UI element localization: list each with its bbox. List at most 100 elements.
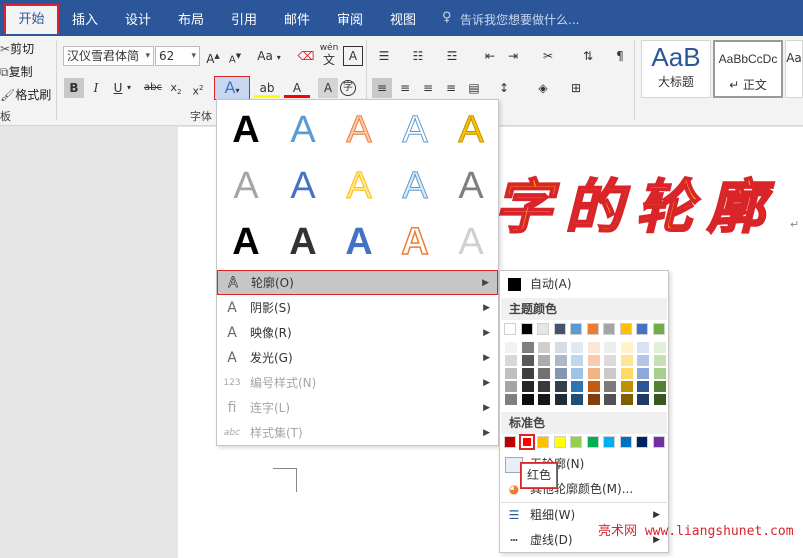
theme-shade-swatch[interactable] bbox=[521, 381, 534, 392]
grow-font-icon[interactable]: A▲ bbox=[203, 46, 223, 66]
theme-shade-swatch[interactable] bbox=[554, 342, 567, 353]
menu-item-shadow[interactable]: A 阴影(S) ▶ bbox=[217, 296, 498, 321]
theme-shade-swatch[interactable] bbox=[587, 368, 600, 379]
theme-shade-swatch[interactable] bbox=[653, 355, 666, 366]
borders-icon[interactable]: ⊞ bbox=[566, 78, 586, 98]
theme-color-swatch[interactable] bbox=[553, 323, 566, 335]
bullets-icon[interactable]: ☰ bbox=[374, 46, 394, 66]
standard-color-swatch[interactable] bbox=[504, 436, 516, 448]
outline-automatic[interactable]: 自动(A) bbox=[500, 273, 668, 295]
theme-shade-swatch[interactable] bbox=[620, 342, 633, 353]
theme-shade-swatch[interactable] bbox=[620, 355, 633, 366]
theme-shade-swatch[interactable] bbox=[521, 368, 534, 379]
theme-shade-swatch[interactable] bbox=[620, 368, 633, 379]
align-center-icon[interactable]: ≡ bbox=[395, 78, 415, 98]
theme-shade-swatch[interactable] bbox=[587, 355, 600, 366]
menu-item-ligature[interactable]: fi 连字(L) ▶ bbox=[217, 396, 498, 421]
theme-shade-swatch[interactable] bbox=[554, 355, 567, 366]
change-case-button[interactable]: Aa ▾ bbox=[254, 46, 284, 66]
theme-shade-swatch[interactable] bbox=[637, 394, 649, 405]
theme-shade-swatch[interactable] bbox=[604, 381, 616, 392]
theme-shade-swatch[interactable] bbox=[538, 368, 550, 379]
distributed-icon[interactable]: ▤ bbox=[464, 78, 484, 98]
theme-shade-swatch[interactable] bbox=[521, 355, 534, 366]
tab-insert[interactable]: 插入 bbox=[72, 9, 98, 28]
font-name-combo[interactable]: 汉仪雪君体简 ▾ bbox=[63, 46, 154, 66]
effect-style-4[interactable]: A bbox=[395, 110, 435, 151]
theme-shade-swatch[interactable] bbox=[571, 381, 583, 392]
effect-style-15[interactable]: A bbox=[451, 222, 491, 262]
menu-item-number-style[interactable]: 123 编号样式(N) ▶ bbox=[217, 371, 498, 396]
tab-references[interactable]: 引用 bbox=[231, 9, 257, 28]
align-right-icon[interactable]: ≡ bbox=[418, 78, 438, 98]
effect-style-5[interactable]: A bbox=[451, 110, 491, 151]
effect-style-10[interactable]: A bbox=[451, 166, 491, 206]
standard-color-swatch[interactable] bbox=[636, 436, 648, 448]
effect-style-7[interactable]: A bbox=[283, 166, 323, 206]
text-highlight-button[interactable]: ab bbox=[254, 78, 280, 98]
style-heading[interactable]: AaB 大标题 bbox=[641, 40, 711, 98]
theme-shade-swatch[interactable] bbox=[571, 394, 583, 405]
theme-shade-swatch[interactable] bbox=[538, 394, 550, 405]
theme-shade-swatch[interactable] bbox=[554, 368, 567, 379]
bold-button[interactable]: B bbox=[64, 78, 84, 98]
theme-color-swatch[interactable] bbox=[619, 323, 632, 335]
theme-color-swatch[interactable] bbox=[537, 323, 549, 335]
subscript-button[interactable]: x2 bbox=[166, 78, 186, 98]
theme-color-swatch[interactable] bbox=[586, 323, 599, 335]
theme-shade-swatch[interactable] bbox=[505, 394, 517, 405]
font-size-combo[interactable]: 62 ▾ bbox=[155, 46, 200, 66]
theme-shade-swatch[interactable] bbox=[604, 394, 616, 405]
line-spacing-icon[interactable]: ↕ bbox=[494, 78, 514, 98]
theme-shade-swatch[interactable] bbox=[637, 381, 649, 392]
text-effects-button[interactable]: A▾ bbox=[214, 76, 250, 100]
chinese-layout-icon[interactable]: ✂ bbox=[538, 46, 558, 66]
italic-button[interactable]: I bbox=[86, 78, 106, 98]
show-marks-icon[interactable]: ¶ bbox=[610, 46, 630, 66]
tab-review[interactable]: 审阅 bbox=[337, 9, 363, 28]
standard-color-swatch[interactable] bbox=[652, 436, 665, 448]
effect-style-1[interactable]: A bbox=[226, 110, 266, 150]
multilevel-list-icon[interactable]: ☲ bbox=[442, 46, 462, 66]
strikethrough-button[interactable]: abc bbox=[140, 78, 166, 98]
menu-item-glow[interactable]: A 发光(G) ▶ bbox=[217, 346, 498, 371]
effect-style-8[interactable]: A bbox=[339, 166, 379, 207]
effect-style-12[interactable]: A bbox=[283, 222, 323, 262]
theme-color-swatch[interactable] bbox=[636, 323, 648, 335]
shading-icon[interactable]: ◈ bbox=[533, 78, 553, 98]
theme-shade-swatch[interactable] bbox=[637, 368, 649, 379]
theme-color-swatch[interactable] bbox=[652, 323, 665, 335]
theme-shade-swatch[interactable] bbox=[653, 394, 666, 405]
tell-me-search[interactable]: 告诉我您想要做什么... bbox=[460, 11, 579, 28]
effect-style-3[interactable]: A bbox=[339, 110, 379, 151]
effect-style-9[interactable]: A bbox=[395, 166, 435, 207]
standard-color-swatch[interactable] bbox=[603, 436, 615, 448]
theme-shade-swatch[interactable] bbox=[637, 342, 649, 353]
effect-style-6[interactable]: A bbox=[226, 166, 266, 206]
theme-shade-swatch[interactable] bbox=[587, 394, 600, 405]
tab-view[interactable]: 视图 bbox=[390, 9, 416, 28]
font-color-button[interactable]: A bbox=[284, 78, 310, 98]
decrease-indent-icon[interactable]: ⇤ bbox=[480, 46, 500, 66]
theme-shade-swatch[interactable] bbox=[637, 355, 649, 366]
menu-item-outline[interactable]: A 轮廓(O) ▶ bbox=[217, 270, 498, 295]
theme-shade-swatch[interactable] bbox=[571, 342, 583, 353]
style-next[interactable]: Aa bbox=[785, 40, 803, 98]
theme-shade-swatch[interactable] bbox=[604, 368, 616, 379]
standard-color-swatch[interactable] bbox=[586, 436, 599, 448]
standard-color-swatch[interactable] bbox=[553, 436, 566, 448]
theme-color-swatch[interactable] bbox=[570, 323, 582, 335]
theme-color-swatch[interactable] bbox=[520, 323, 533, 335]
theme-shade-swatch[interactable] bbox=[587, 381, 600, 392]
character-border-button[interactable]: A bbox=[343, 46, 363, 66]
theme-shade-swatch[interactable] bbox=[653, 368, 666, 379]
tab-mailings[interactable]: 邮件 bbox=[284, 9, 310, 28]
theme-shade-swatch[interactable] bbox=[554, 381, 567, 392]
style-normal[interactable]: AaBbCcDc ↵ 正文 bbox=[713, 40, 783, 98]
increase-indent-icon[interactable]: ⇥ bbox=[503, 46, 523, 66]
align-left-icon[interactable]: ≡ bbox=[372, 78, 392, 98]
theme-shade-swatch[interactable] bbox=[505, 368, 517, 379]
theme-shade-swatch[interactable] bbox=[554, 394, 567, 405]
clear-formatting-icon[interactable]: ⌫ bbox=[296, 46, 316, 66]
phonetic-guide-button[interactable]: wén 文 bbox=[318, 42, 340, 66]
